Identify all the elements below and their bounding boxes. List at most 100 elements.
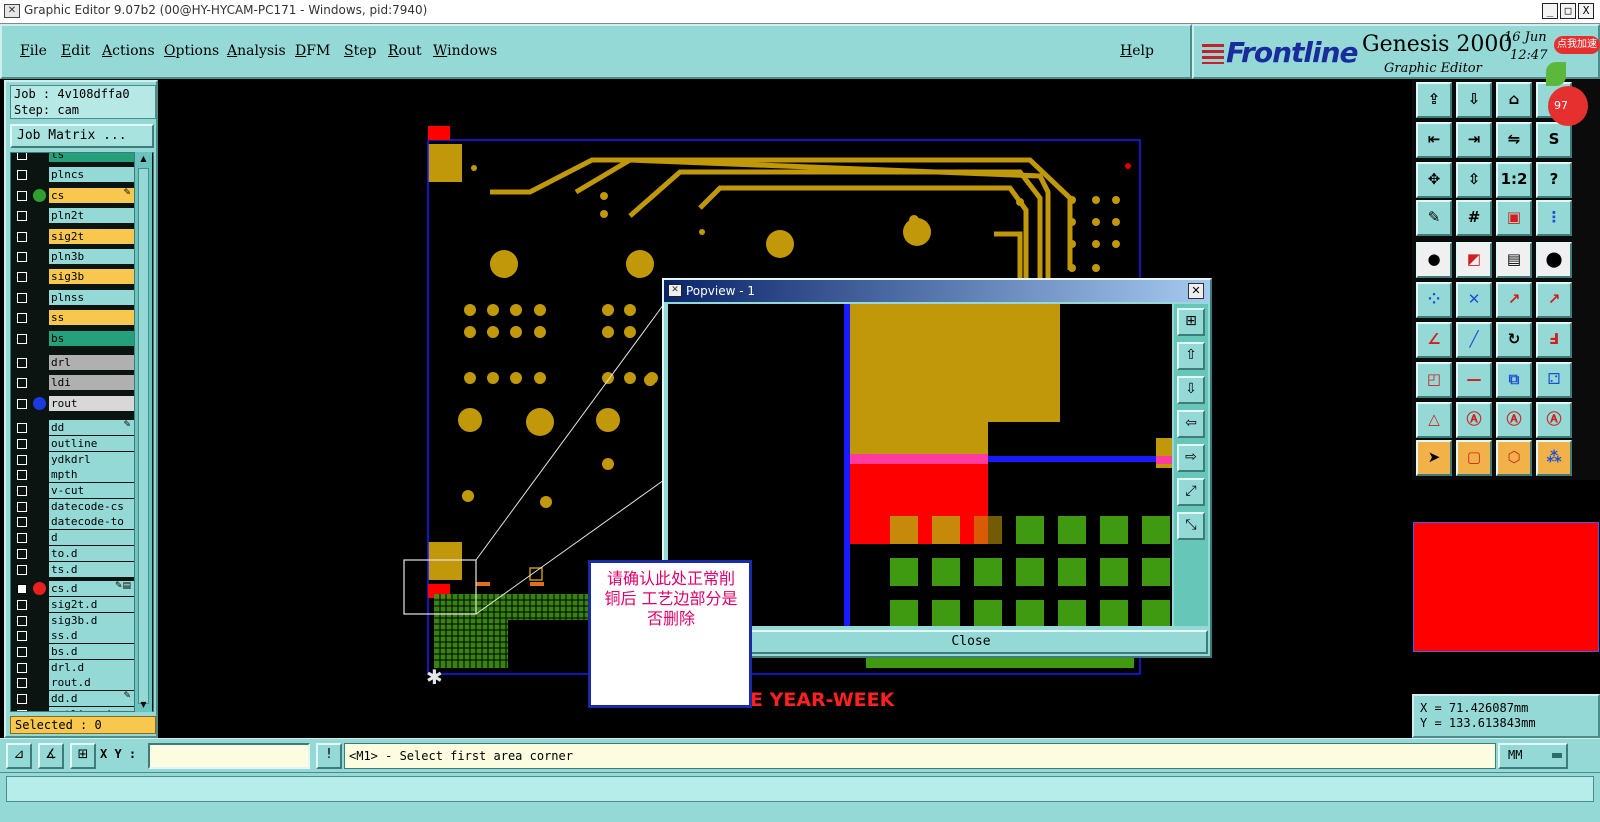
layer-affected-icon[interactable] — [33, 396, 46, 410]
layer-affected-icon[interactable] — [33, 582, 46, 596]
layer-name[interactable]: drl — [49, 355, 135, 370]
menu-help[interactable]: Help — [1120, 43, 1154, 59]
layer-checkbox[interactable] — [17, 486, 27, 496]
popview-close-icon[interactable]: ✕ — [1188, 283, 1204, 299]
layer-row[interactable]: sig3b.d — [13, 612, 135, 628]
pan-right-tool-icon[interactable]: ⇥ — [1456, 122, 1492, 158]
snap-icon[interactable]: S — [1536, 122, 1572, 158]
layer-name[interactable]: sig3b — [49, 269, 135, 285]
layer-name[interactable]: sig2t — [49, 228, 135, 244]
layer-checkbox[interactable] — [17, 647, 27, 657]
layer-row[interactable]: rout.d — [13, 675, 135, 691]
menu-actions[interactable]: Actions — [102, 43, 155, 59]
pan-right-icon[interactable]: ⇨ — [1177, 444, 1205, 472]
layer-checkbox[interactable] — [17, 170, 27, 181]
snap-mode-icon[interactable]: ⊿ — [6, 743, 32, 769]
layer-name[interactable]: datecode-to — [49, 514, 135, 530]
accelerator-badge[interactable]: 点我加速 — [1554, 36, 1600, 54]
layer-row[interactable]: sig2t.d — [13, 596, 135, 612]
help-query-icon[interactable]: ? — [1536, 162, 1572, 198]
layer-checkbox[interactable] — [17, 517, 27, 528]
layer-row[interactable]: d — [13, 530, 135, 546]
layer-row[interactable]: bs.d — [13, 644, 135, 659]
scroll-down-icon[interactable]: ▼ — [137, 700, 150, 710]
triangle-a-icon[interactable]: △ — [1416, 402, 1452, 438]
resize-icon[interactable]: ◰ — [1416, 362, 1452, 398]
layer-row[interactable]: datecode-cs — [13, 498, 135, 514]
scroll-thumb[interactable] — [138, 168, 149, 704]
layer-checkbox[interactable] — [17, 662, 27, 673]
layer-name[interactable]: outline — [49, 435, 135, 451]
menu-file[interactable]: File — [20, 43, 47, 59]
layer-checkbox[interactable] — [17, 272, 27, 283]
xy-input[interactable] — [148, 743, 310, 769]
layer-name[interactable]: rout.d — [49, 675, 135, 691]
horizontal-line-icon[interactable]: — — [1456, 362, 1492, 398]
layer-checkbox[interactable] — [17, 153, 27, 160]
layer-row[interactable]: to.d — [13, 545, 135, 561]
layer-name[interactable]: ydkdrl — [49, 451, 135, 467]
layer-name[interactable]: ss.d — [49, 628, 135, 644]
layer-checkbox[interactable] — [17, 438, 27, 449]
layer-row[interactable]: sig3b — [13, 269, 135, 285]
layer-row[interactable]: ldi — [13, 375, 135, 391]
layer-name[interactable]: rout — [49, 395, 135, 411]
layer-row[interactable]: plnss — [13, 289, 135, 305]
triangle-b-icon[interactable]: Ⓐ — [1456, 402, 1492, 438]
scale-1-2-icon[interactable]: 1:2 — [1496, 162, 1532, 198]
layer-checkbox[interactable] — [17, 470, 27, 481]
layer-name[interactable]: mpth — [49, 467, 135, 483]
layer-name[interactable]: bs — [49, 330, 135, 346]
zoom-extents-icon[interactable]: ✥ — [1416, 162, 1452, 198]
close-window-button[interactable]: X — [1578, 3, 1594, 19]
layer-row[interactable]: mpth — [13, 467, 135, 483]
alert-icon[interactable]: ! — [316, 743, 342, 769]
layer-name[interactable]: d — [49, 530, 135, 546]
zoom-fit-icon[interactable]: ⊞ — [1177, 308, 1205, 336]
zoom-vertical-icon[interactable]: ⇳ — [1456, 162, 1492, 198]
layer-name[interactable]: plnss — [49, 289, 135, 305]
layer-name[interactable]: v-cut — [49, 483, 135, 498]
layer-checkbox[interactable] — [17, 615, 27, 626]
menu-analysis[interactable]: Analysis — [227, 43, 286, 59]
layer-row[interactable]: bs — [13, 330, 135, 346]
layer-row[interactable]: drl — [13, 355, 135, 370]
home-icon[interactable]: ⌂ — [1496, 82, 1532, 118]
pan-down-icon[interactable]: ⇩ — [1177, 376, 1205, 404]
layer-row[interactable]: v-cut — [13, 483, 135, 498]
layer-name[interactable]: pln2t — [49, 208, 135, 224]
group-icon[interactable]: ⚁ — [1536, 362, 1572, 398]
pan-left-icon[interactable]: ⇦ — [1177, 410, 1205, 438]
layer-name[interactable]: bs.d — [49, 644, 135, 659]
connect-icon[interactable]: ⁘ — [1416, 282, 1452, 318]
layer-checkbox[interactable] — [17, 694, 27, 705]
menu-dfm[interactable]: DFM — [295, 43, 330, 59]
layer-display-icon[interactable]: ▣ — [1496, 200, 1532, 236]
arc-icon[interactable]: ↻ — [1496, 322, 1532, 358]
pan-up-icon[interactable]: ⇧ — [1177, 342, 1205, 370]
home-down-icon[interactable]: ⇩ — [1456, 82, 1492, 118]
layer-checkbox[interactable] — [17, 533, 27, 544]
ruler-icon[interactable]: ▤ — [1496, 242, 1532, 278]
layer-row[interactable]: cs ✎ — [13, 187, 135, 203]
overview-map[interactable] — [1412, 482, 1600, 692]
pad-icon[interactable]: ⬤ — [1536, 242, 1572, 278]
layer-name[interactable]: cs — [49, 187, 135, 203]
layer-name[interactable]: ldi — [49, 375, 135, 391]
pointer-net-icon[interactable]: ⁂ — [1536, 440, 1572, 476]
layer-scrollbar[interactable]: ▲ ▼ — [134, 152, 152, 712]
cross-icon[interactable]: ✕ — [1456, 282, 1492, 318]
move-point-icon[interactable]: ↗ — [1496, 282, 1532, 318]
layer-row[interactable]: dd.d ✎ — [13, 691, 135, 707]
zoom-in-icon[interactable]: ⤢ — [1177, 478, 1205, 506]
layer-row[interactable]: cs.d ✎▤ — [13, 581, 135, 597]
layer-row[interactable]: ydkdrl — [13, 451, 135, 467]
layer-checkbox[interactable] — [17, 252, 27, 262]
scroll-up-icon[interactable]: ▲ — [137, 154, 150, 164]
grid-icon[interactable]: # — [1456, 200, 1492, 236]
palette-icon[interactable]: ✎ — [1416, 200, 1452, 236]
diagonal-line-icon[interactable]: ╱ — [1456, 322, 1492, 358]
pan-left-tool-icon[interactable]: ⇤ — [1416, 122, 1452, 158]
layer-checkbox[interactable] — [17, 378, 27, 389]
home-up-icon[interactable]: ⇪ — [1416, 82, 1452, 118]
